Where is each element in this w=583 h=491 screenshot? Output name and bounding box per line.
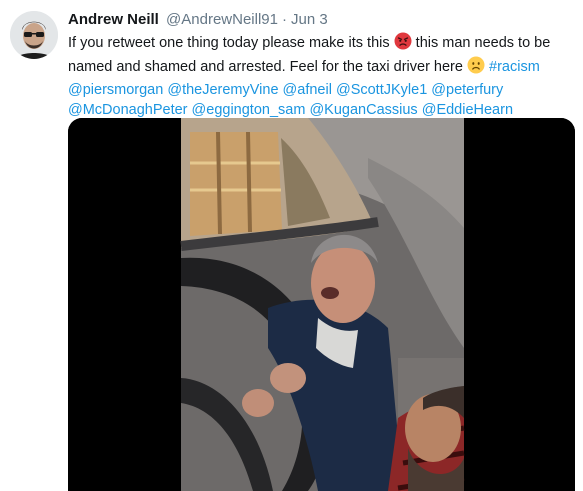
mention-link[interactable]: @afneil [283, 82, 332, 98]
tweet-header: Andrew Neill @AndrewNeill91 · Jun 3 [68, 10, 573, 30]
user-handle[interactable]: @AndrewNeill91 [166, 11, 278, 28]
mention-link[interactable]: @McDonaghPeter [68, 102, 188, 118]
separator-dot: · [281, 11, 287, 28]
tweet[interactable]: Andrew Neill @AndrewNeill91 · Jun 3 If you… [0, 0, 583, 491]
angry-face-icon [394, 32, 412, 56]
mention-link[interactable]: @eggington_sam [192, 102, 306, 118]
mention-link[interactable]: @theJeremyVine [167, 82, 278, 98]
tweet-text-part-1: If you retweet one thing today please ma… [68, 35, 390, 51]
mention-link[interactable]: @ScottJKyle1 [336, 82, 427, 98]
mention-link[interactable]: @KuganCassius [309, 102, 417, 118]
video-player[interactable] [68, 118, 575, 491]
frowning-face-icon [467, 56, 485, 80]
mention-link[interactable]: @EddieHearn [422, 102, 513, 118]
mention-link[interactable]: @peterfury [431, 82, 503, 98]
avatar[interactable] [10, 11, 58, 59]
mention-link[interactable]: @piersmorgan [68, 82, 163, 98]
tweet-text: If you retweet one thing today please ma… [68, 32, 573, 120]
display-name[interactable]: Andrew Neill [68, 11, 159, 28]
video-frame [68, 118, 575, 491]
tweet-content: Andrew Neill @AndrewNeill91 · Jun 3 If you… [68, 10, 573, 120]
tweet-date[interactable]: Jun 3 [291, 11, 328, 28]
hashtag-link[interactable]: #racism [489, 59, 540, 75]
